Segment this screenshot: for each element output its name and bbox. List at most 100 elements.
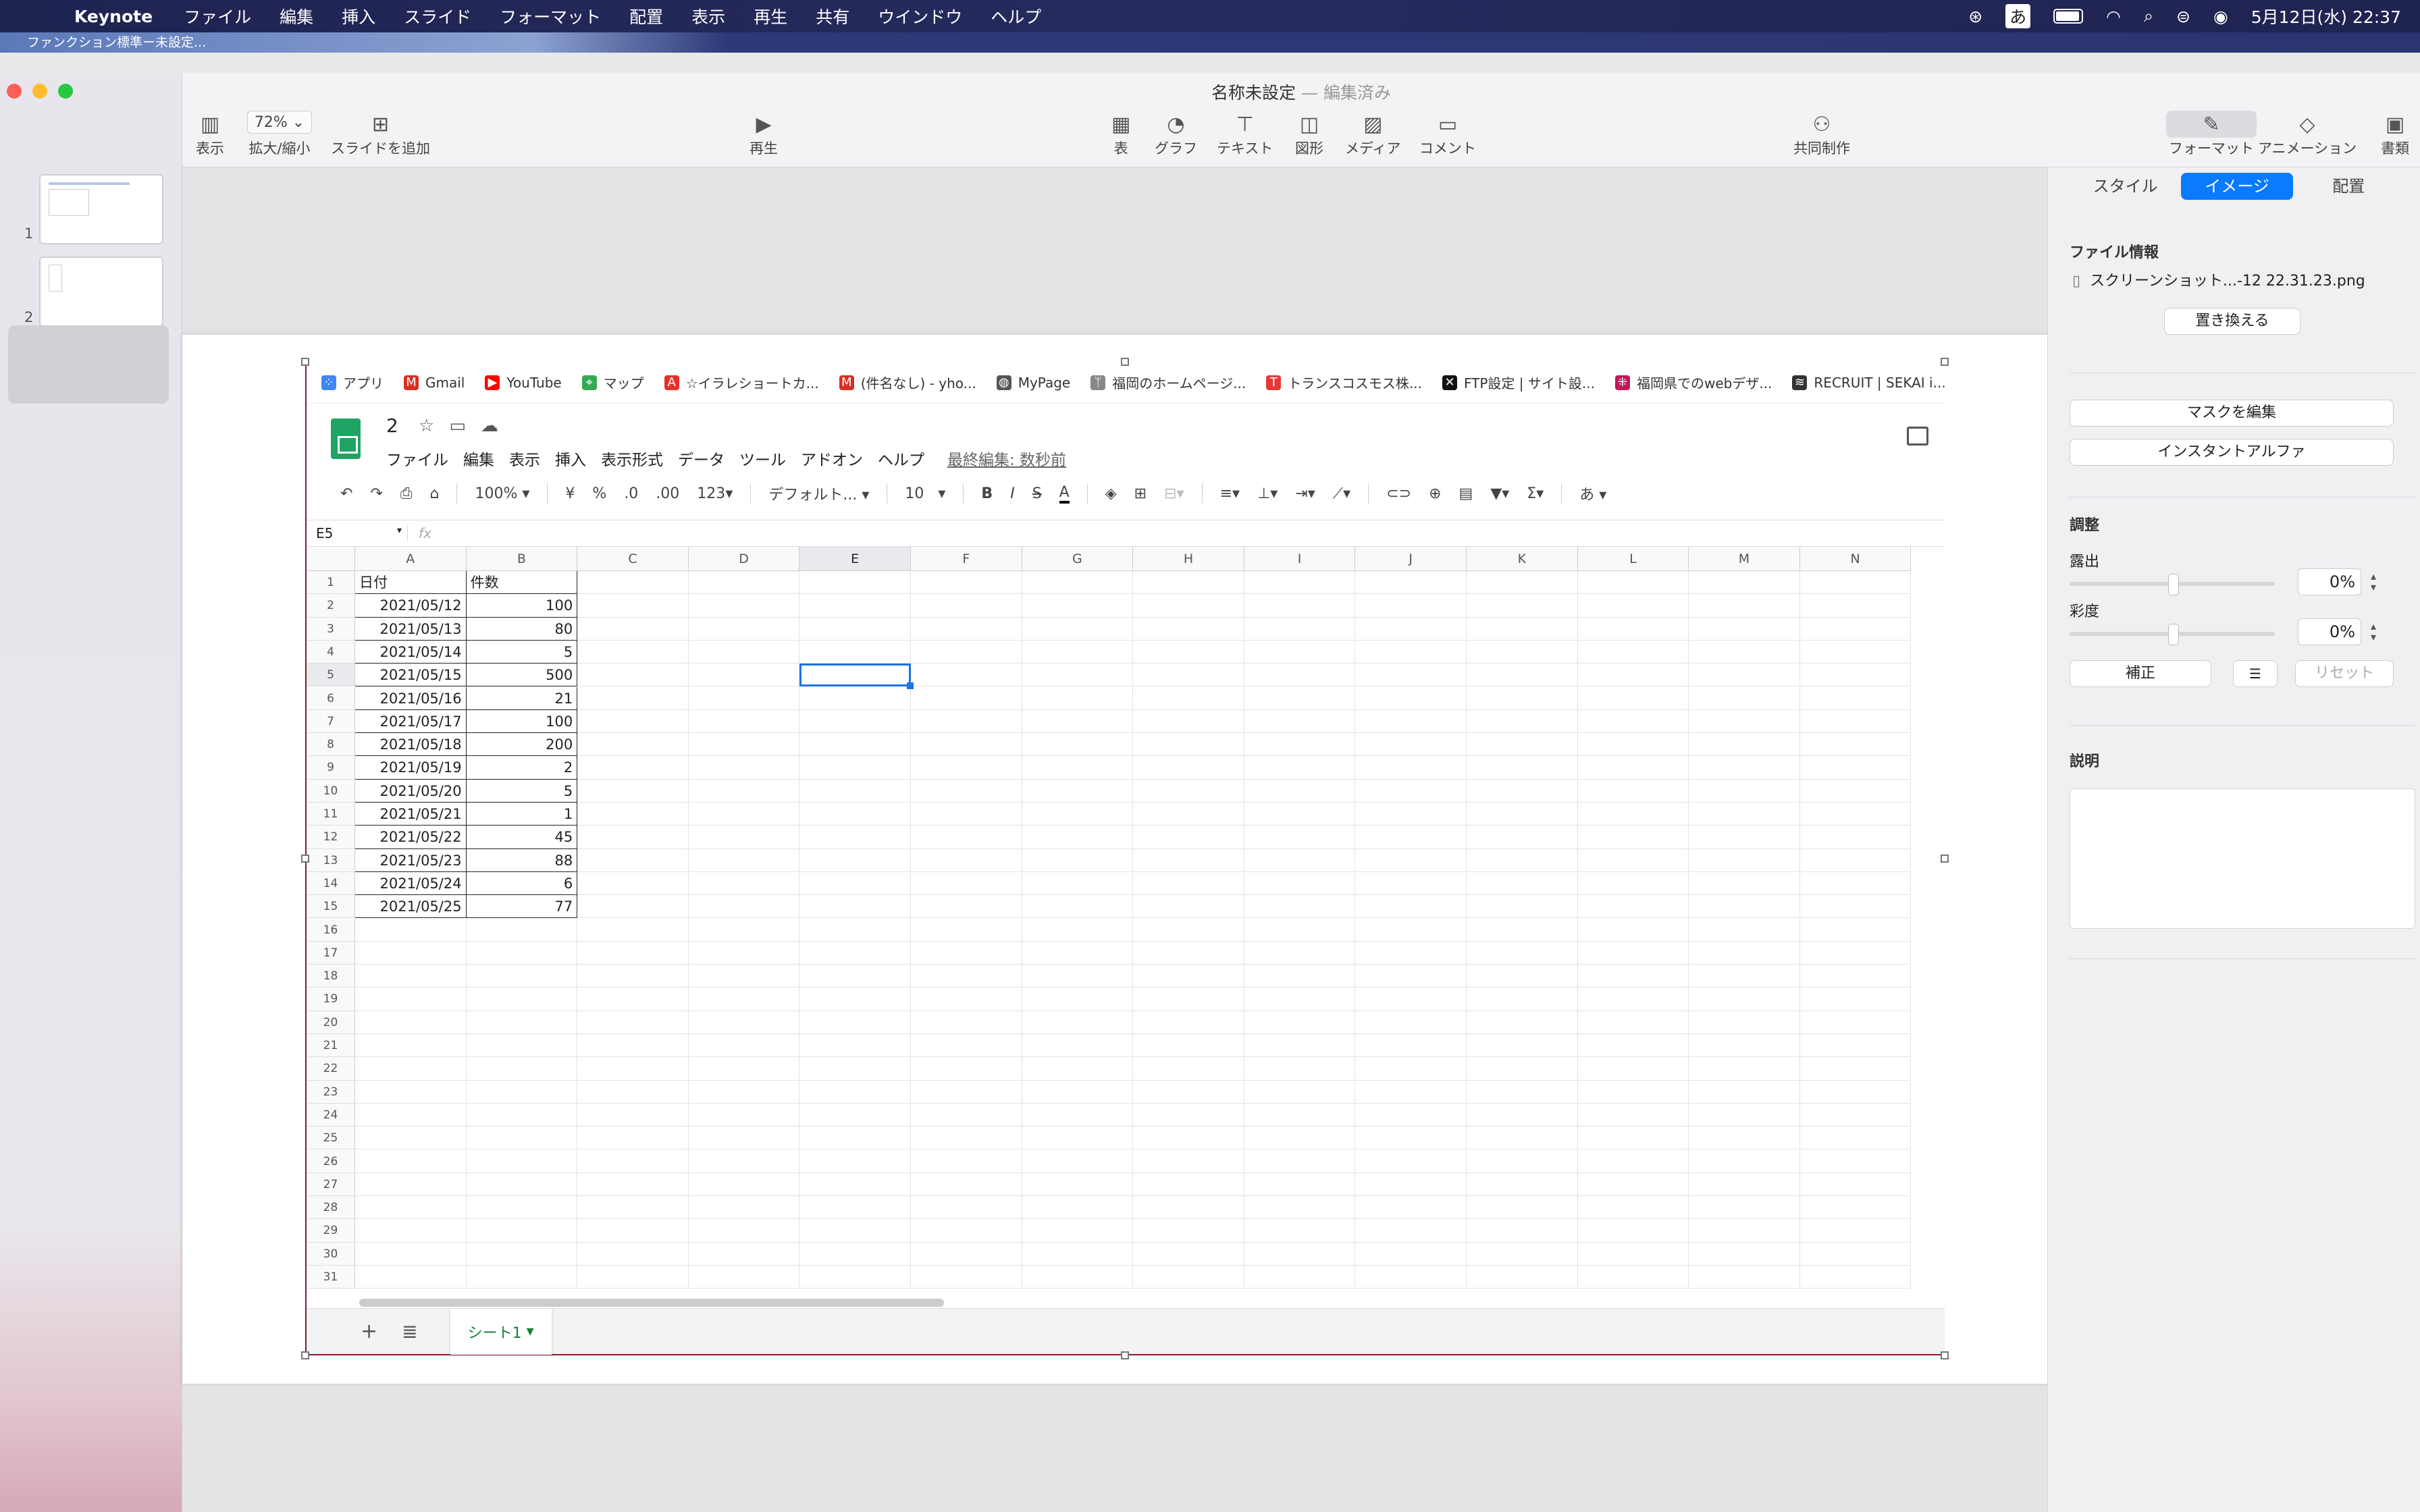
grid-cell[interactable] [799,1010,911,1034]
grid-cell[interactable] [799,571,911,595]
table-cell[interactable]: 2 [466,756,578,780]
screenshot-image[interactable]: ⁘ アプリ M Gmail ▶ YouTube ⌖ マップ A ☆イラレショートカ... … [305,362,1946,1355]
control-center-icon[interactable]: ⊜ [2176,7,2190,26]
grid-cell[interactable] [688,1080,800,1104]
grid-cell[interactable] [355,1080,467,1104]
tab-style[interactable]: スタイル [2070,173,2181,200]
slide-thumbnail-1[interactable] [39,174,163,244]
text-button[interactable]: ⊤ テキスト [1217,111,1273,158]
grid-cell[interactable] [799,918,911,942]
grid-cell[interactable] [799,988,911,1011]
tab-image[interactable]: イメージ [2181,173,2293,200]
grid-cell[interactable] [1689,733,1800,757]
menu-insert[interactable]: 挿入 [342,4,375,28]
row-header[interactable]: 25 [307,1127,355,1150]
insert-chart-icon[interactable]: ▤ [1459,485,1473,502]
grid-cell[interactable] [1022,779,1134,803]
grid-cell[interactable] [577,640,689,664]
grid-cell[interactable] [688,826,800,849]
grid-cell[interactable] [1689,594,1800,618]
last-edit-link[interactable]: 最終編集: 数秒前 [947,447,1066,470]
grid-cell[interactable] [355,1034,467,1058]
grid-cell[interactable] [799,895,911,919]
grid-cell[interactable] [911,941,1022,965]
filter-icon[interactable]: ▼▾ [1490,485,1509,502]
grid-cell[interactable] [1689,1266,1800,1289]
grid-cell[interactable] [1244,1150,1356,1173]
grid-cell[interactable] [1133,988,1244,1011]
add-slide-button[interactable]: ⊞ スライドを追加 [331,111,430,158]
saturation-field[interactable]: 0% [2298,618,2361,645]
table-cell[interactable]: 500 [466,664,578,687]
grid-cell[interactable] [1577,1010,1689,1034]
grid-cell[interactable] [688,779,800,803]
sheet-tab-1[interactable]: シート1 ▾ [450,1308,552,1355]
grid-cell[interactable] [1467,1057,1578,1081]
grid-cell[interactable] [1244,918,1356,942]
menu-window[interactable]: ウインドウ [878,4,962,28]
grid-cell[interactable] [911,1242,1022,1266]
minimize-window-button[interactable] [32,84,47,99]
column-header[interactable]: A [355,547,467,571]
grid-cell[interactable] [799,965,911,988]
slide-thumbnail-2[interactable] [39,256,163,327]
grid-cell[interactable] [688,1266,800,1289]
grid-cell[interactable] [577,848,689,872]
grid-cell[interactable] [577,733,689,757]
grid-cell[interactable] [355,1242,467,1266]
grid-cell[interactable] [1133,664,1244,687]
grid-cell[interactable] [1467,686,1578,710]
grid-cell[interactable] [1467,709,1578,734]
row-header[interactable]: 23 [307,1080,355,1104]
grid-cell[interactable] [1467,640,1578,664]
grid-cell[interactable] [1133,709,1244,734]
grid-cell[interactable] [1244,803,1356,826]
grid-cell[interactable] [1689,1010,1800,1034]
grid-cell[interactable] [688,1219,800,1243]
column-header[interactable]: D [688,547,800,571]
bookmark-mail[interactable]: M (件名なし) - yho... [839,373,976,392]
grid-cell[interactable] [688,1034,800,1058]
grid-cell[interactable] [1577,1034,1689,1058]
grid-cell[interactable] [911,640,1022,664]
sheets-menu-help[interactable]: ヘルプ [878,447,924,470]
resize-handle-left[interactable] [301,855,309,863]
grid-cell[interactable] [1244,848,1356,872]
sheets-menu-view[interactable]: 表示 [509,447,540,470]
grid-cell[interactable] [1355,1010,1467,1034]
grid-cell[interactable] [1022,686,1134,710]
grid-cell[interactable] [577,686,689,710]
grid-cell[interactable] [1799,918,1912,942]
grid-cell[interactable] [355,1219,467,1243]
grid-cell[interactable] [688,640,800,664]
grid-cell[interactable] [1133,617,1244,641]
zoom-control[interactable]: 72% ⌄ 拡大/縮小 [247,111,312,158]
document-button[interactable]: ▣ 書類 [2381,111,2409,158]
grid-cell[interactable] [1244,1219,1356,1243]
sheets-menu-edit[interactable]: 編集 [463,447,494,470]
grid-cell[interactable] [1799,1196,1912,1220]
grid-cell[interactable] [1244,1127,1356,1150]
star-icon[interactable]: ☆ [419,416,434,436]
grid-cell[interactable] [577,571,689,595]
grid-cell[interactable] [1799,941,1912,965]
column-header[interactable]: N [1799,547,1912,571]
grid-cell[interactable] [466,1057,578,1081]
grid-cell[interactable] [1577,1196,1689,1220]
grid-cell[interactable] [1355,965,1467,988]
grid-cell[interactable] [577,1219,689,1243]
grid-cell[interactable] [1022,965,1134,988]
grid-cell[interactable] [911,1103,1022,1127]
grid-cell[interactable] [799,1196,911,1220]
grid-cell[interactable] [688,709,800,734]
sheets-menu-file[interactable]: ファイル [386,447,448,470]
grid-cell[interactable] [355,1127,467,1150]
grid-cell[interactable] [577,1057,689,1081]
zoom-select[interactable]: 72% ⌄ [247,111,312,134]
grid-cell[interactable] [688,617,800,641]
grid-cell[interactable] [1133,1127,1244,1150]
grid-cell[interactable] [688,848,800,872]
cloud-status-icon[interactable]: ☁ [481,416,498,436]
grid-cell[interactable] [466,1172,578,1197]
vertical-align-icon[interactable]: ⊥▾ [1257,485,1278,502]
